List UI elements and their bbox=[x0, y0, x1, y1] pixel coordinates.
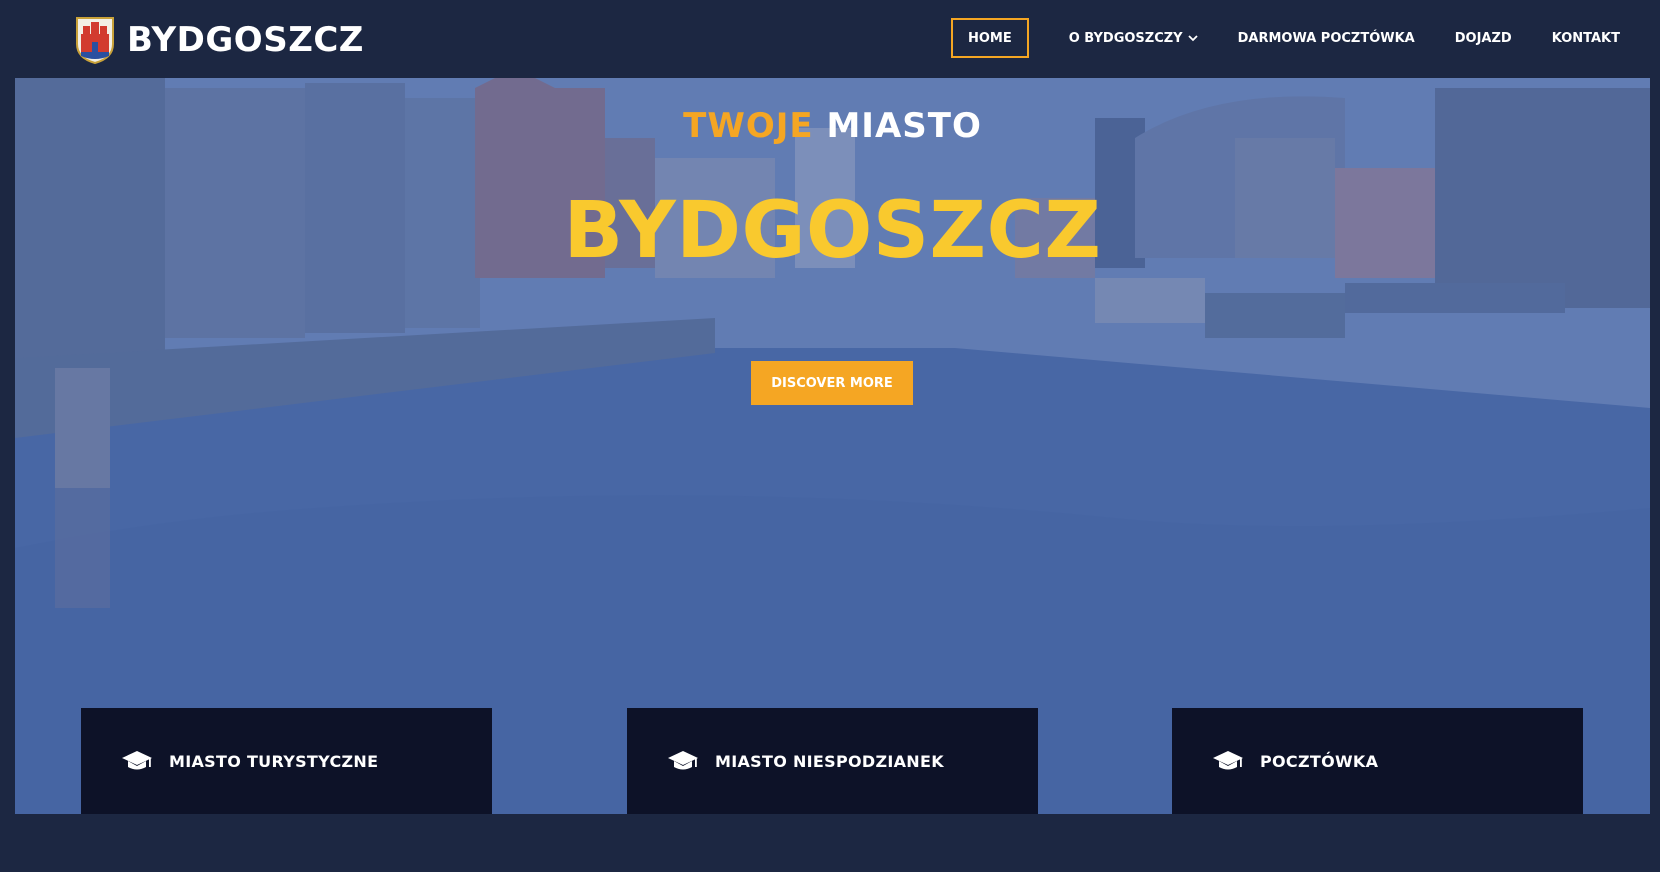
nav-dojazd[interactable]: DOJAZD bbox=[1455, 31, 1512, 46]
nav-darmowa-pocztowka-label: DARMOWA POCZTÓWKA bbox=[1237, 30, 1415, 46]
hero-subtitle-plain: MIASTO bbox=[826, 106, 982, 146]
discover-more-button[interactable]: DISCOVER MORE bbox=[751, 361, 913, 405]
nav-darmowa-pocztowka[interactable]: DARMOWA POCZTÓWKA bbox=[1238, 31, 1415, 46]
nav-kontakt[interactable]: KONTAKT bbox=[1552, 31, 1620, 46]
chevron-down-icon bbox=[1187, 35, 1198, 42]
graduation-cap-icon bbox=[1213, 751, 1243, 770]
card-label: POCZTÓWKA bbox=[1260, 751, 1379, 771]
hero-subtitle: TWOJE MIASTO bbox=[15, 106, 1650, 146]
main-nav: HOME O BYDGOSZCZY DARMOWA POCZTÓWKA DOJA… bbox=[950, 18, 1620, 58]
card-label: MIASTO TURYSTYCZNE bbox=[169, 751, 379, 771]
nav-home-label: HOME bbox=[967, 30, 1012, 46]
site-header: BYDGOSZCZ HOME O BYDGOSZCZY DARMOWA POCZ… bbox=[0, 0, 1660, 78]
logo-text: BYDGOSZCZ bbox=[127, 20, 364, 60]
card-label: MIASTO NIESPODZIANEK bbox=[715, 751, 944, 771]
graduation-cap-icon bbox=[122, 751, 152, 770]
nav-o-bydgoszczy-label: O BYDGOSZCZY bbox=[1068, 30, 1183, 46]
site-logo[interactable]: BYDGOSZCZ bbox=[75, 15, 364, 65]
hero-title: BYDGOSZCZ bbox=[563, 186, 1102, 276]
card-miasto-niespodzianek[interactable]: MIASTO NIESPODZIANEK bbox=[627, 708, 1038, 814]
city-crest-icon bbox=[76, 17, 114, 64]
nav-kontakt-label: KONTAKT bbox=[1551, 30, 1620, 46]
graduation-cap-icon bbox=[668, 751, 698, 770]
hero-section: TWOJE MIASTO BYDGOSZCZ DISCOVER MORE MIA… bbox=[15, 78, 1650, 814]
card-pocztowka[interactable]: POCZTÓWKA bbox=[1172, 708, 1583, 814]
nav-home[interactable]: HOME bbox=[950, 18, 1029, 58]
nav-o-bydgoszczy[interactable]: O BYDGOSZCZY bbox=[1069, 31, 1198, 46]
card-miasto-turystyczne[interactable]: MIASTO TURYSTYCZNE bbox=[81, 708, 492, 814]
hero-subtitle-accent: TWOJE bbox=[683, 106, 814, 146]
nav-dojazd-label: DOJAZD bbox=[1454, 30, 1512, 46]
feature-cards: MIASTO TURYSTYCZNE MIASTO NIESPODZIANEK … bbox=[15, 708, 1650, 814]
